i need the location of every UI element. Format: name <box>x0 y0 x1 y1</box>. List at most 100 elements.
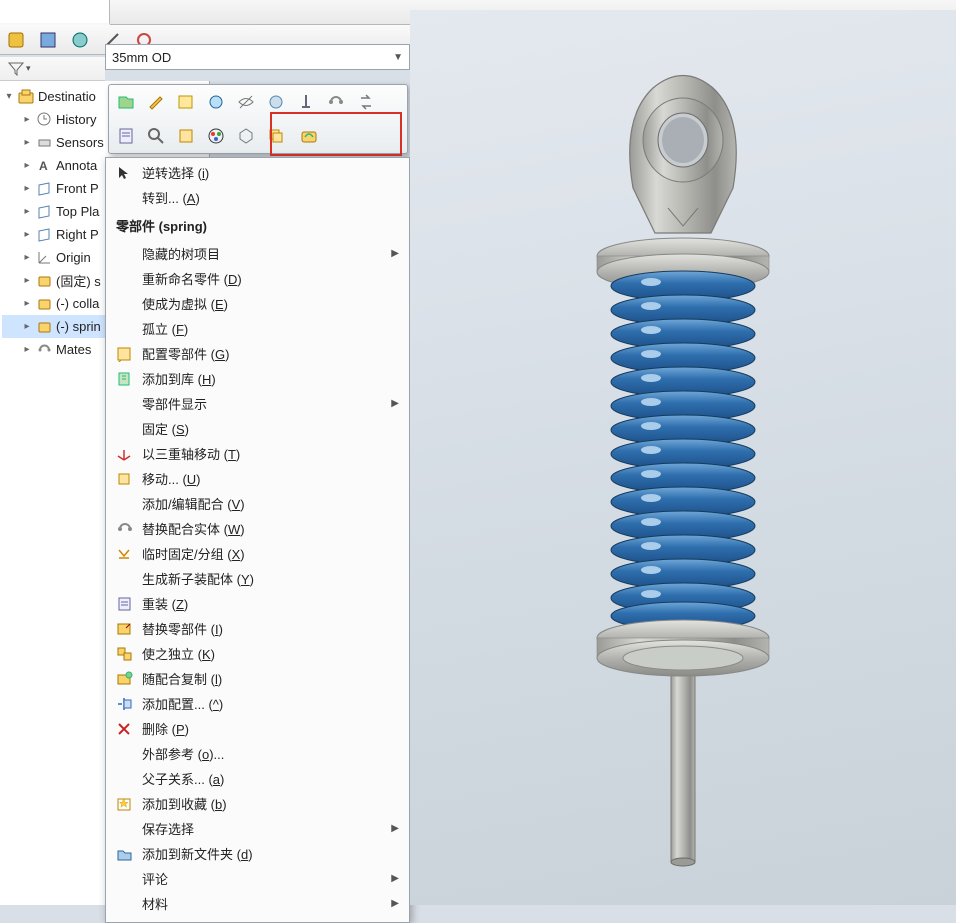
plane-icon <box>36 181 52 197</box>
sensor-icon <box>36 135 52 151</box>
fav-icon <box>114 795 136 813</box>
context-menu-item[interactable]: 零部件显示▶ <box>106 391 409 416</box>
plane-icon <box>36 204 52 220</box>
expand-icon[interactable]: ▸ <box>22 206 32 217</box>
ctb-replace-icon[interactable] <box>355 91 377 113</box>
blank-icon <box>114 820 136 838</box>
replace-icon <box>114 620 136 638</box>
context-menu-item[interactable]: 固定 (S) <box>106 416 409 441</box>
menu-item-label: 逆转选择 (i) <box>142 163 399 182</box>
context-menu-item[interactable]: 替换零部件 (I) <box>106 616 409 641</box>
ctb-properties-icon[interactable] <box>115 125 137 147</box>
context-menu-item[interactable]: 配置零部件 (G) <box>106 341 409 366</box>
menu-item-label: 保存选择 <box>142 819 385 838</box>
submenu-arrow-icon: ▶ <box>391 898 399 909</box>
ctb-suppress-icon[interactable] <box>235 125 257 147</box>
menu-item-label: 孤立 (F) <box>142 319 399 338</box>
expand-icon[interactable]: ▸ <box>22 298 32 309</box>
ctb-insert-icon[interactable] <box>205 91 227 113</box>
context-menu-item[interactable]: 父子关系... (a) <box>106 766 409 791</box>
submenu-arrow-icon: ▶ <box>391 823 399 834</box>
context-menu-item[interactable]: 添加/编辑配合 (V) <box>106 491 409 516</box>
context-menu-item[interactable]: 添加到新文件夹 (d) <box>106 841 409 866</box>
context-menu-item[interactable]: 重装 (Z) <box>106 591 409 616</box>
context-menu-item[interactable]: 孤立 (F) <box>106 316 409 341</box>
blank-icon <box>114 245 136 263</box>
configuration-dropdown[interactable]: 35mm OD ▼ <box>105 44 410 70</box>
context-menu-item[interactable]: 评论▶ <box>106 866 409 891</box>
expand-icon[interactable]: ▸ <box>22 275 32 286</box>
expand-icon[interactable]: ▸ <box>22 137 32 148</box>
folder-icon <box>114 845 136 863</box>
expand-icon[interactable]: ▸ <box>22 344 32 355</box>
ctb-transparency-icon[interactable] <box>265 91 287 113</box>
ctb-make-flexible-icon[interactable] <box>299 125 321 147</box>
context-menu-item[interactable]: 以三重轴移动 (T) <box>106 441 409 466</box>
ctb-make-virtual-icon[interactable] <box>175 91 197 113</box>
context-menu-item[interactable]: 添加到收藏 (b) <box>106 791 409 816</box>
expand-icon[interactable]: ▸ <box>22 229 32 240</box>
menu-item-label: 删除 (P) <box>142 719 399 738</box>
ctb-hide-icon[interactable] <box>235 91 257 113</box>
context-menu-item[interactable]: 保存选择 ▶ <box>106 816 409 841</box>
property-manager-icon[interactable] <box>38 30 58 50</box>
context-menu-item[interactable]: 外部参考 (o)... <box>106 741 409 766</box>
blank-icon <box>114 870 136 888</box>
tree-root-label: Destinatio <box>38 89 96 104</box>
expand-icon[interactable]: ▸ <box>22 252 32 263</box>
ctb-fix-icon[interactable] <box>295 91 317 113</box>
ctb-open-part-icon[interactable] <box>115 91 137 113</box>
cursor-icon <box>114 164 136 182</box>
context-menu-item[interactable]: 隐藏的树项目▶ <box>106 241 409 266</box>
expand-icon[interactable]: ▸ <box>22 160 32 171</box>
ctb-appearance-icon[interactable] <box>205 125 227 147</box>
context-menu-item[interactable]: 材料▶ <box>106 891 409 916</box>
del-icon <box>114 720 136 738</box>
part-icon <box>36 296 52 312</box>
tree-item-label: History <box>56 112 96 127</box>
context-menu-item[interactable]: 转到... (A) <box>106 185 409 210</box>
blank-icon <box>114 745 136 763</box>
indep-icon <box>114 645 136 663</box>
menu-item-label: 添加配置... (^) <box>142 694 399 713</box>
expand-icon[interactable]: ▸ <box>22 183 32 194</box>
context-menu-item[interactable]: 使成为虚拟 (E) <box>106 291 409 316</box>
context-menu-item[interactable]: 替换配合实体 (W) <box>106 516 409 541</box>
context-menu-item[interactable]: 添加到库 (H) <box>106 366 409 391</box>
blank-icon <box>114 495 136 513</box>
context-menu-item[interactable]: 移动... (U) <box>106 466 409 491</box>
ctb-copy-icon[interactable] <box>265 125 287 147</box>
tree-item-label: (-) colla <box>56 296 99 311</box>
tree-filter[interactable]: ▾ <box>0 57 105 81</box>
menu-item-label: 以三重轴移动 (T) <box>142 444 399 463</box>
menu-item-label: 临时固定/分组 (X) <box>142 544 399 563</box>
tmpfix-icon <box>114 545 136 563</box>
context-menu-item[interactable]: 添加配置... (^) <box>106 691 409 716</box>
context-menu-title: 零部件 (spring) <box>106 210 409 241</box>
feature-manager-icon[interactable] <box>6 30 26 50</box>
tree-item-label: Mates <box>56 342 91 357</box>
tree-item-label: (固定) s <box>56 271 101 290</box>
origin-icon <box>36 250 52 266</box>
context-menu-item[interactable]: 逆转选择 (i) <box>106 160 409 185</box>
ctb-zoom-icon[interactable] <box>145 125 167 147</box>
ctb-normal-to-icon[interactable] <box>175 125 197 147</box>
menu-item-label: 添加到收藏 (b) <box>142 794 399 813</box>
rebuild-icon <box>114 595 136 613</box>
ctb-mate-icon[interactable] <box>325 91 347 113</box>
config-manager-icon[interactable] <box>70 30 90 50</box>
context-menu-item[interactable]: 重新命名零件 (D) <box>106 266 409 291</box>
expand-icon[interactable]: ▸ <box>22 321 32 332</box>
tree-item-label: Annota <box>56 158 97 173</box>
ctb-edit-part-icon[interactable] <box>145 91 167 113</box>
context-menu-item[interactable]: 临时固定/分组 (X) <box>106 541 409 566</box>
context-menu-item[interactable]: 随配合复制 (l) <box>106 666 409 691</box>
mates-icon <box>36 342 52 358</box>
active-tab[interactable] <box>0 0 110 25</box>
context-menu-item[interactable]: 生成新子装配体 (Y) <box>106 566 409 591</box>
context-menu-item[interactable]: 使之独立 (K) <box>106 641 409 666</box>
expand-icon[interactable]: ▸ <box>22 114 32 125</box>
context-menu-item[interactable]: 删除 (P) <box>106 716 409 741</box>
menu-item-label: 随配合复制 (l) <box>142 669 399 688</box>
graphics-viewport[interactable] <box>410 10 956 905</box>
